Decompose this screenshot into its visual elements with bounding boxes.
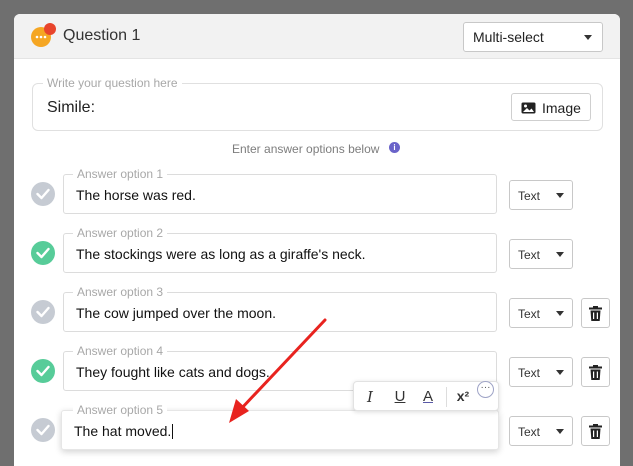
chevron-down-icon — [556, 311, 564, 316]
answer-4-type-value: Text — [518, 366, 541, 380]
answer-5-label: Answer option 5 — [73, 403, 168, 417]
image-icon — [521, 102, 536, 114]
info-icon[interactable]: i — [389, 142, 400, 153]
question-text[interactable]: Simile: — [47, 99, 95, 117]
answer-2-text[interactable]: The stockings were as long as a giraffe'… — [76, 246, 366, 262]
add-image-label: Image — [542, 100, 581, 116]
text-cursor — [172, 424, 174, 439]
chevron-down-icon — [556, 370, 564, 375]
chevron-down-icon — [584, 35, 592, 40]
answer-3-type-select[interactable]: Text — [509, 298, 573, 328]
trash-icon — [589, 424, 602, 439]
checkmark-icon — [36, 365, 50, 377]
question-title: Question 1 — [63, 27, 141, 44]
answer-hint: Enter answer options below — [232, 142, 380, 156]
checkmark-icon — [36, 247, 50, 259]
italic-button[interactable]: I — [360, 388, 380, 406]
answer-2-input[interactable]: Answer option 2 The stockings were as lo… — [63, 226, 497, 273]
more-options-button[interactable]: ··· — [477, 381, 494, 398]
chevron-down-icon — [556, 193, 564, 198]
question-type-select[interactable]: Multi-select — [463, 22, 603, 52]
answer-2-correct-toggle[interactable] — [31, 241, 55, 265]
text-color-button[interactable]: A — [418, 388, 438, 405]
trash-icon — [589, 306, 602, 321]
answer-1-text[interactable]: The horse was red. — [76, 187, 196, 203]
question-card: Question 1 Multi-select Write your quest… — [14, 14, 620, 466]
checkmark-icon — [36, 306, 50, 318]
answer-3-text[interactable]: The cow jumped over the moon. — [76, 305, 276, 321]
chevron-down-icon — [556, 429, 564, 434]
answer-5-input[interactable]: Answer option 5 The hat moved. — [61, 403, 499, 450]
answer-4-label: Answer option 4 — [73, 344, 168, 358]
answer-2-type-value: Text — [518, 248, 541, 262]
answer-4-text[interactable]: They fought like cats and dogs. — [76, 364, 270, 380]
question-type-value: Multi-select — [473, 29, 544, 45]
question-input-label: Write your question here — [43, 76, 182, 90]
answer-2-type-select[interactable]: Text — [509, 239, 573, 269]
answer-3-type-value: Text — [518, 307, 541, 321]
answer-5-correct-toggle[interactable] — [31, 418, 55, 442]
answer-3-delete-button[interactable] — [581, 298, 610, 328]
superscript-button[interactable]: x² — [451, 388, 475, 404]
answer-3-input[interactable]: Answer option 3 The cow jumped over the … — [63, 285, 497, 332]
question-header: Question 1 Multi-select — [14, 14, 620, 59]
answer-1-label: Answer option 1 — [73, 167, 168, 181]
answer-1-input[interactable]: Answer option 1 The horse was red. — [63, 167, 497, 214]
answer-5-delete-button[interactable] — [581, 416, 610, 446]
answer-2-label: Answer option 2 — [73, 226, 168, 240]
answer-3-label: Answer option 3 — [73, 285, 168, 299]
answer-5-type-select[interactable]: Text — [509, 416, 573, 446]
trash-icon — [589, 365, 602, 380]
answer-5-text[interactable]: The hat moved. — [74, 423, 174, 439]
chevron-down-icon — [556, 252, 564, 257]
checkmark-icon — [36, 188, 50, 200]
text-format-toolbar: I U A x² ··· — [353, 381, 499, 411]
answer-4-type-select[interactable]: Text — [509, 357, 573, 387]
add-image-button[interactable]: Image — [511, 93, 591, 121]
answer-4-delete-button[interactable] — [581, 357, 610, 387]
answer-4-correct-toggle[interactable] — [31, 359, 55, 383]
answer-5-type-value: Text — [518, 425, 541, 439]
answer-5-text-value: The hat moved. — [74, 423, 172, 439]
answer-1-type-select[interactable]: Text — [509, 180, 573, 210]
underline-button[interactable]: U — [390, 388, 410, 405]
answer-1-type-value: Text — [518, 189, 541, 203]
question-input[interactable]: Write your question here Simile: Image — [32, 76, 603, 131]
question-bubble-icon — [31, 23, 56, 47]
answer-1-correct-toggle[interactable] — [31, 182, 55, 206]
toolbar-divider — [446, 387, 447, 407]
checkmark-icon — [36, 424, 50, 436]
answer-3-correct-toggle[interactable] — [31, 300, 55, 324]
